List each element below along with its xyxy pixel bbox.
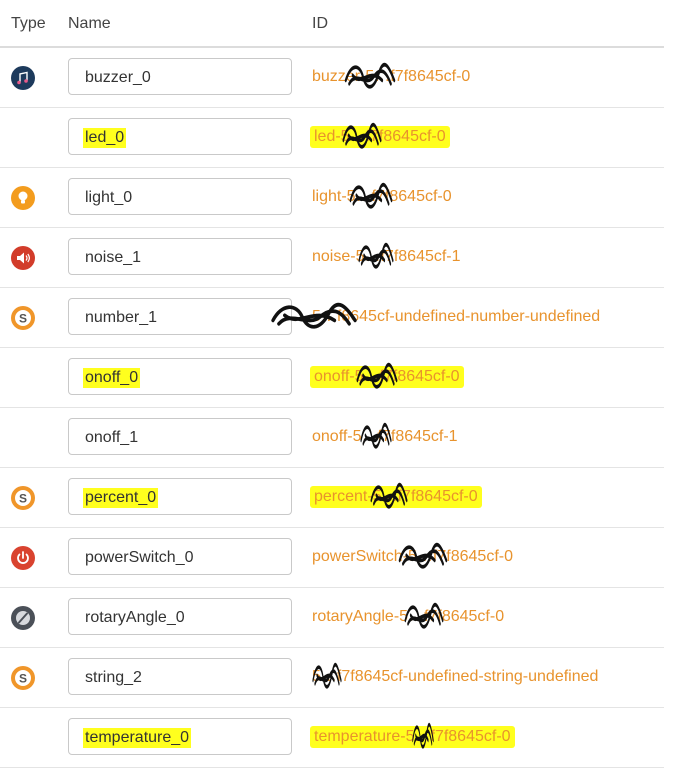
- header-type: Type: [11, 15, 46, 32]
- name-field[interactable]: onoff_1: [68, 418, 292, 455]
- name-field-value: onoff_1: [85, 429, 139, 446]
- svg-text:S: S: [19, 312, 27, 326]
- name-field[interactable]: noise_1: [68, 238, 292, 275]
- name-field[interactable]: number_1: [68, 298, 292, 335]
- svg-text:S: S: [19, 492, 27, 506]
- table-row: Spercent_0 percent-5…f7f8645cf-0: [0, 468, 664, 528]
- table-row: Sstring_2 5…f7f8645cf-undefined-string-un…: [0, 648, 664, 708]
- device-id-link[interactable]: noise-5…f7f8645cf-1: [312, 248, 461, 266]
- name-field-value: temperature_0: [83, 728, 192, 748]
- name-field[interactable]: temperature_0: [68, 718, 292, 755]
- table-row: led_0 led-5…f7f8645cf-0: [0, 108, 664, 168]
- table-row: powerSwitch_0 powerSwitch-5…f7f8645cf-0: [0, 528, 664, 588]
- table-body: buzzer_0 buzzer-5…f7f8645cf-0 led_0 led-5…f…: [0, 48, 664, 768]
- name-field-value: percent_0: [83, 488, 159, 508]
- name-field-value: rotaryAngle_0: [85, 609, 185, 626]
- name-field[interactable]: rotaryAngle_0: [68, 598, 292, 635]
- table-row: light_0 light-5…f7f8645cf-0: [0, 168, 664, 228]
- name-field-value: led_0: [83, 128, 127, 148]
- table-row: buzzer_0 buzzer-5…f7f8645cf-0: [0, 48, 664, 108]
- device-id-link[interactable]: onoff-5…f7f8645cf-0: [310, 366, 464, 388]
- coin-s-icon: S: [11, 306, 35, 330]
- device-id-link[interactable]: 5…f7f8645cf-undefined-string-undefined: [312, 668, 598, 686]
- lightbulb-icon: [11, 186, 35, 210]
- rotary-knob-icon: [11, 606, 35, 630]
- header-name: Name: [68, 15, 111, 32]
- name-field-value: light_0: [85, 189, 133, 206]
- name-field[interactable]: powerSwitch_0: [68, 538, 292, 575]
- device-id-link[interactable]: buzzer-5…f7f8645cf-0: [312, 68, 470, 86]
- name-field[interactable]: buzzer_0: [68, 58, 292, 95]
- coin-s-icon: S: [11, 666, 35, 690]
- device-id-link[interactable]: temperature-5…f7f8645cf-0: [310, 726, 515, 748]
- table-row: noise_1 noise-5…f7f8645cf-1: [0, 228, 664, 288]
- table-row: temperature_0 temperature-5…f7f8645cf-0: [0, 708, 664, 768]
- device-id-link[interactable]: 5…f8645cf-undefined-number-undefined: [312, 308, 600, 326]
- speaker-icon: [11, 246, 35, 270]
- device-id-link[interactable]: rotaryAngle-5…f7f8645cf-0: [312, 608, 504, 626]
- music-note-icon: [11, 66, 35, 90]
- device-id-link[interactable]: led-5…f7f8645cf-0: [310, 126, 450, 148]
- name-field[interactable]: string_2: [68, 658, 292, 695]
- table-row: rotaryAngle_0 rotaryAngle-5…f7f8645cf-0: [0, 588, 664, 648]
- device-table: Type Name ID buzzer_0 buzzer-5…f7f8645cf-…: [0, 0, 664, 768]
- svg-text:S: S: [19, 672, 27, 686]
- device-id-link[interactable]: onoff-5…f7f8645cf-1: [312, 428, 458, 446]
- device-id-link[interactable]: powerSwitch-5…f7f8645cf-0: [312, 548, 513, 566]
- table-row: Snumber_1 5…f8645cf-undefined-number-unde…: [0, 288, 664, 348]
- name-field-value: string_2: [85, 669, 142, 686]
- device-id-link[interactable]: percent-5…f7f8645cf-0: [310, 486, 482, 508]
- name-field[interactable]: light_0: [68, 178, 292, 215]
- header-id: ID: [312, 15, 328, 32]
- power-icon: [11, 546, 35, 570]
- name-field-value: powerSwitch_0: [85, 549, 194, 566]
- table-row: onoff_0 onoff-5…f7f8645cf-0: [0, 348, 664, 408]
- table-row: onoff_1 onoff-5…f7f8645cf-1: [0, 408, 664, 468]
- name-field-value: number_1: [85, 309, 158, 326]
- device-id-link[interactable]: light-5…f7f8645cf-0: [312, 188, 452, 206]
- name-field[interactable]: led_0: [68, 118, 292, 155]
- name-field-value: onoff_0: [83, 368, 141, 388]
- table-header: Type Name ID: [0, 0, 664, 48]
- name-field-value: buzzer_0: [85, 69, 151, 86]
- name-field[interactable]: onoff_0: [68, 358, 292, 395]
- name-field-value: noise_1: [85, 249, 142, 266]
- name-field[interactable]: percent_0: [68, 478, 292, 515]
- coin-s-icon: S: [11, 486, 35, 510]
